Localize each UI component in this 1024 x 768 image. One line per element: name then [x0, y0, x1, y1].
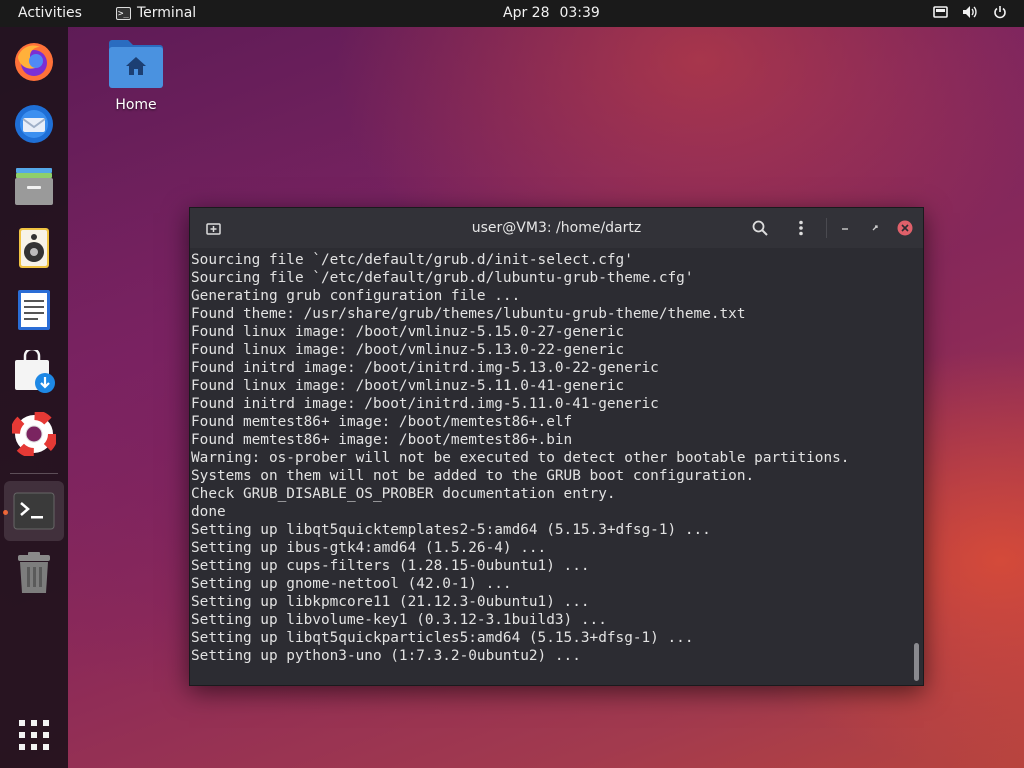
terminal-line: Found initrd image: /boot/initrd.img-5.1…: [191, 360, 659, 376]
lifebuoy-icon: [12, 412, 56, 456]
dock: [0, 27, 68, 768]
clock-date: Apr 28: [503, 5, 550, 21]
terminal-line: Setting up gnome-nettool (42.0-1) ...: [191, 576, 512, 592]
menu-button[interactable]: [791, 218, 811, 238]
terminal-line: Sourcing file `/etc/default/grub.d/lubun…: [191, 270, 694, 286]
search-icon: [752, 220, 768, 236]
terminal-line: Found memtest86+ image: /boot/memtest86+…: [191, 432, 573, 448]
scrollbar[interactable]: [913, 248, 919, 685]
terminal-line: Found initrd image: /boot/initrd.img-5.1…: [191, 396, 659, 412]
terminal-icon: >_: [116, 6, 131, 20]
dock-item-help[interactable]: [9, 409, 59, 459]
terminal-line: Found linux image: /boot/vmlinuz-5.11.0-…: [191, 378, 625, 394]
restore-button[interactable]: [865, 218, 885, 238]
dock-item-files[interactable]: [9, 161, 59, 211]
home-folder-icon: [109, 40, 163, 88]
dock-item-terminal[interactable]: [4, 481, 64, 541]
app-menu[interactable]: >_ Terminal: [116, 5, 196, 21]
firefox-icon: [15, 43, 53, 81]
terminal-line: Found theme: /usr/share/grub/themes/lubu…: [191, 306, 746, 322]
terminal-line: Systems on them will not be added to the…: [191, 468, 755, 484]
speaker-icon: [19, 228, 49, 268]
terminal-line: Setting up libqt5quicktemplates2-5:amd64…: [191, 522, 711, 538]
system-tray[interactable]: [932, 4, 1008, 20]
desktop-home-folder[interactable]: Home: [104, 37, 168, 113]
power-icon[interactable]: [992, 4, 1008, 20]
terminal-line: Setting up libkpmcore11 (21.12.3-0ubuntu…: [191, 594, 590, 610]
search-button[interactable]: [750, 218, 770, 238]
terminal-window[interactable]: user@VM3: /home/dartz Sourcing file `/et…: [189, 207, 924, 686]
terminal-line: Found linux image: /boot/vmlinuz-5.13.0-…: [191, 342, 625, 358]
restore-icon: [872, 225, 878, 231]
terminal-line: done: [191, 504, 226, 520]
top-bar: Activities >_ Terminal Apr 28 03:39: [0, 0, 1024, 27]
terminal-line: Warning: os-prober will not be executed …: [191, 450, 850, 466]
headerbar-separator: [826, 218, 827, 238]
window-title: user@VM3: /home/dartz: [471, 220, 642, 236]
minimize-button[interactable]: [835, 218, 855, 238]
dock-item-firefox[interactable]: [9, 36, 59, 86]
terminal-line: Check GRUB_DISABLE_OS_PROBER documentati…: [191, 486, 616, 502]
network-icon[interactable]: [932, 4, 948, 20]
terminal-line: Found memtest86+ image: /boot/memtest86+…: [191, 414, 573, 430]
close-button[interactable]: [895, 218, 915, 238]
dock-separator: [10, 473, 58, 474]
terminal-line: Setting up libqt5quickparticles5:amd64 (…: [191, 630, 694, 646]
minimize-icon: [842, 228, 848, 230]
desktop-home-label: Home: [115, 97, 157, 113]
document-icon: [18, 290, 50, 330]
terminal-headerbar[interactable]: user@VM3: /home/dartz: [190, 208, 923, 248]
terminal-icon: [13, 492, 55, 530]
terminal-line: Setting up python3-uno (1:7.3.2-0ubuntu2…: [191, 648, 581, 664]
terminal-output[interactable]: Sourcing file `/etc/default/grub.d/init-…: [190, 248, 923, 685]
scrollbar-thumb[interactable]: [914, 643, 919, 681]
dock-item-thunderbird[interactable]: [9, 99, 59, 149]
software-bag-icon: [15, 350, 55, 393]
app-grid-icon: [19, 720, 49, 750]
terminal-line: Found linux image: /boot/vmlinuz-5.15.0-…: [191, 324, 625, 340]
dock-item-software[interactable]: [9, 347, 59, 397]
show-applications-button[interactable]: [9, 710, 59, 760]
terminal-line: Setting up ibus-gtk4:amd64 (1.5.26-4) ..…: [191, 540, 547, 556]
thunderbird-icon: [15, 105, 53, 143]
terminal-line: Sourcing file `/etc/default/grub.d/init-…: [191, 252, 633, 268]
dock-item-rhythmbox[interactable]: [9, 223, 59, 273]
close-icon: [897, 220, 913, 236]
dock-item-trash[interactable]: [9, 548, 59, 598]
volume-icon[interactable]: [962, 4, 978, 20]
clock[interactable]: Apr 28 03:39: [503, 5, 610, 21]
trash-icon: [18, 552, 50, 593]
kebab-menu-icon: [799, 220, 803, 236]
clock-time: 03:39: [559, 5, 600, 21]
files-icon: [15, 168, 53, 205]
terminal-line: Setting up libvolume-key1 (0.3.12-3.1bui…: [191, 612, 607, 628]
activities-button[interactable]: Activities: [18, 5, 82, 21]
dock-item-writer[interactable]: [9, 285, 59, 335]
terminal-text: Sourcing file `/etc/default/grub.d/init-…: [191, 251, 849, 665]
app-menu-label: Terminal: [137, 5, 197, 21]
terminal-line: Setting up cups-filters (1.28.15-0ubuntu…: [191, 558, 590, 574]
terminal-line: Generating grub configuration file ...: [191, 288, 521, 304]
